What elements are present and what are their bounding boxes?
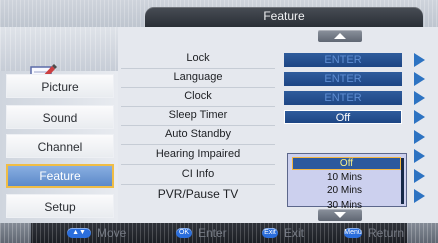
right-corner-decoration (407, 223, 438, 243)
right-arrow-icon[interactable] (414, 130, 425, 144)
menu-key-icon: Menu (344, 228, 362, 238)
dropdown-option-10-mins[interactable]: 10 Mins (292, 171, 397, 184)
language-enter-button[interactable]: ENTER (284, 72, 402, 86)
sleep-timer-selector[interactable]: Off (284, 110, 402, 124)
scroll-up-button[interactable] (318, 30, 362, 42)
sidebar-item-channel[interactable]: Channel (6, 134, 114, 158)
sidebar-item-picture[interactable]: Picture (6, 74, 114, 98)
ci-info-label: CI Info (181, 168, 215, 180)
sidebar-item-feature[interactable]: Feature (6, 164, 114, 188)
return-label: Return (368, 226, 405, 240)
right-arrow-icon[interactable] (414, 91, 425, 105)
sidebar-item-setup[interactable]: Setup (6, 194, 114, 218)
right-arrow-icon[interactable] (414, 189, 425, 203)
exit-hint: Exit Exit (262, 226, 304, 240)
right-arrow-icon[interactable] (414, 169, 425, 183)
enter-label: Enter (198, 226, 227, 240)
exit-key-icon: Exit (262, 228, 278, 238)
exit-label: Exit (284, 226, 305, 240)
move-label: Move (97, 226, 127, 240)
left-corner-decoration (0, 223, 31, 243)
row-divider (121, 164, 275, 165)
row-divider (121, 144, 275, 145)
menu-title: Feature (145, 7, 423, 27)
sidebar-header (0, 27, 118, 84)
scroll-down-button[interactable] (318, 209, 362, 221)
row-divider (121, 184, 275, 185)
enter-hint: OK Enter (176, 226, 227, 240)
return-hint: Menu Return (344, 226, 404, 240)
tv-feature-menu: Feature Picture Sound Channel Feature Se… (0, 0, 438, 243)
right-arrow-icon[interactable] (414, 53, 425, 67)
lock-label: Lock (186, 52, 210, 64)
ok-key-icon: OK (176, 228, 192, 238)
sidebar-item-sound[interactable]: Sound (6, 105, 114, 129)
clock-label: Clock (184, 90, 212, 102)
move-key-icon: ▲▼ (67, 228, 91, 238)
sleep-timer-label: Sleep Timer (168, 109, 228, 121)
remote-control-hints: ▲▼ Move OK Enter Exit Exit Menu Return (0, 223, 438, 243)
lock-enter-button[interactable]: ENTER (284, 53, 402, 67)
dropdown-option-20-mins[interactable]: 20 Mins (292, 184, 397, 197)
sleep-timer-dropdown[interactable]: Off 10 Mins 20 Mins 30 Mins 60 Mins (287, 153, 407, 223)
dropdown-scrollbar[interactable] (401, 158, 404, 204)
dropdown-option-off[interactable]: Off (292, 157, 401, 170)
right-arrow-icon[interactable] (414, 149, 425, 163)
right-arrow-icon[interactable] (414, 72, 425, 86)
pvr-pause-tv-label: PVR/Pause TV (157, 187, 239, 201)
move-hint: ▲▼ Move (67, 226, 126, 240)
clock-enter-button[interactable]: ENTER (284, 91, 402, 105)
language-label: Language (173, 71, 223, 83)
hearing-impaired-label: Hearing Impaired (155, 148, 241, 160)
auto-standby-label: Auto Standby (164, 128, 232, 140)
right-arrow-icon[interactable] (414, 110, 425, 124)
